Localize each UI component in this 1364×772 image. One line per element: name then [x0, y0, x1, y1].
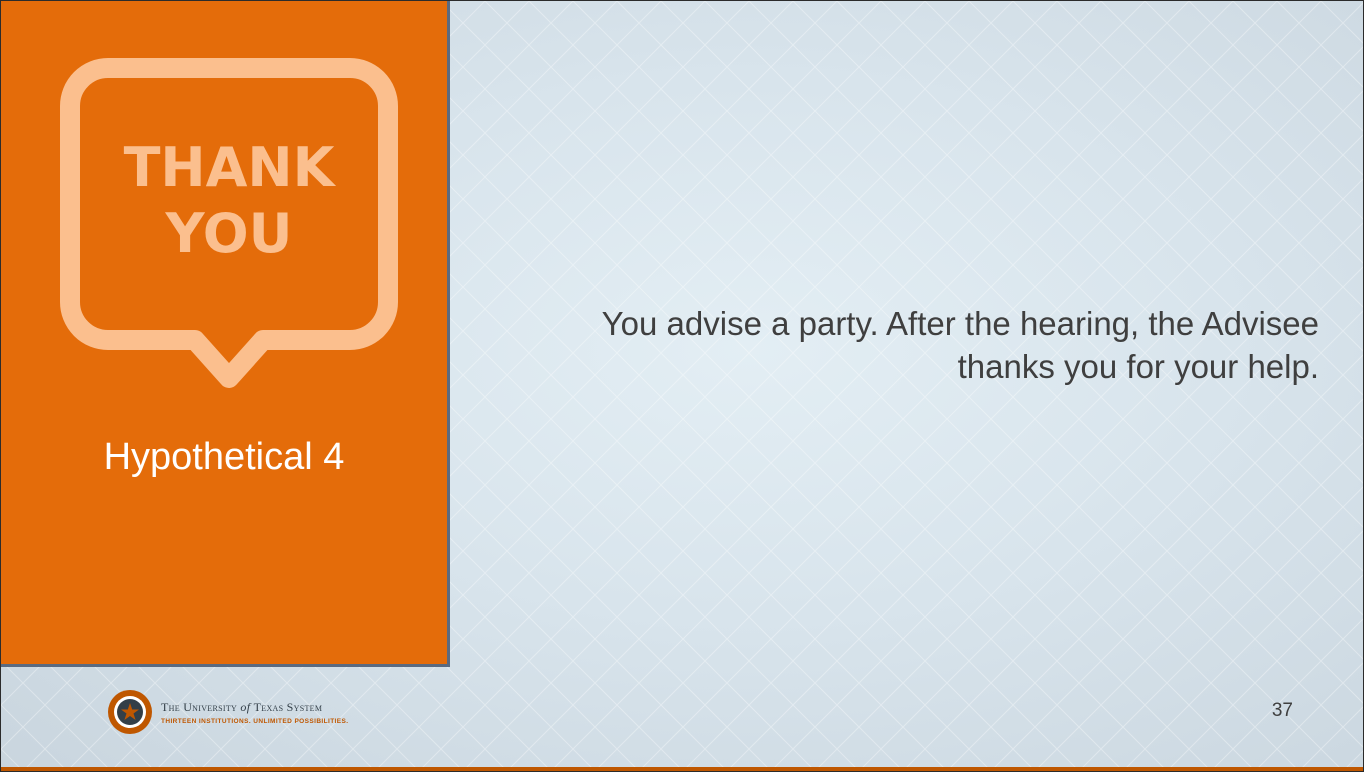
org-name-of: of — [240, 699, 251, 714]
orange-panel: THANK YOU Hypothetical 4 — [1, 1, 450, 667]
logo-text: The University of Texas System THIRTEEN … — [161, 700, 348, 725]
bubble-text-thank: THANK — [124, 136, 337, 199]
university-seal-icon — [108, 690, 152, 734]
org-name: The University of Texas System — [161, 700, 348, 715]
page-number: 37 — [1271, 700, 1293, 721]
slide-title: Hypothetical 4 — [103, 436, 345, 478]
speech-bubble-icon: THANK YOU — [60, 58, 398, 388]
bottom-bar — [1, 767, 1363, 771]
org-name-prefix: The University — [161, 699, 238, 714]
bubble-text-you: YOU — [165, 202, 293, 265]
org-tagline: THIRTEEN INSTITUTIONS. UNLIMITED POSSIBI… — [161, 717, 349, 725]
org-name-suffix: Texas System — [253, 699, 323, 714]
slide-body-text: You advise a party. After the hearing, t… — [601, 305, 1319, 385]
footer-logo: The University of Texas System THIRTEEN … — [107, 689, 348, 735]
slide: THANK YOU Hypothetical 4 You advise a pa… — [0, 0, 1364, 772]
